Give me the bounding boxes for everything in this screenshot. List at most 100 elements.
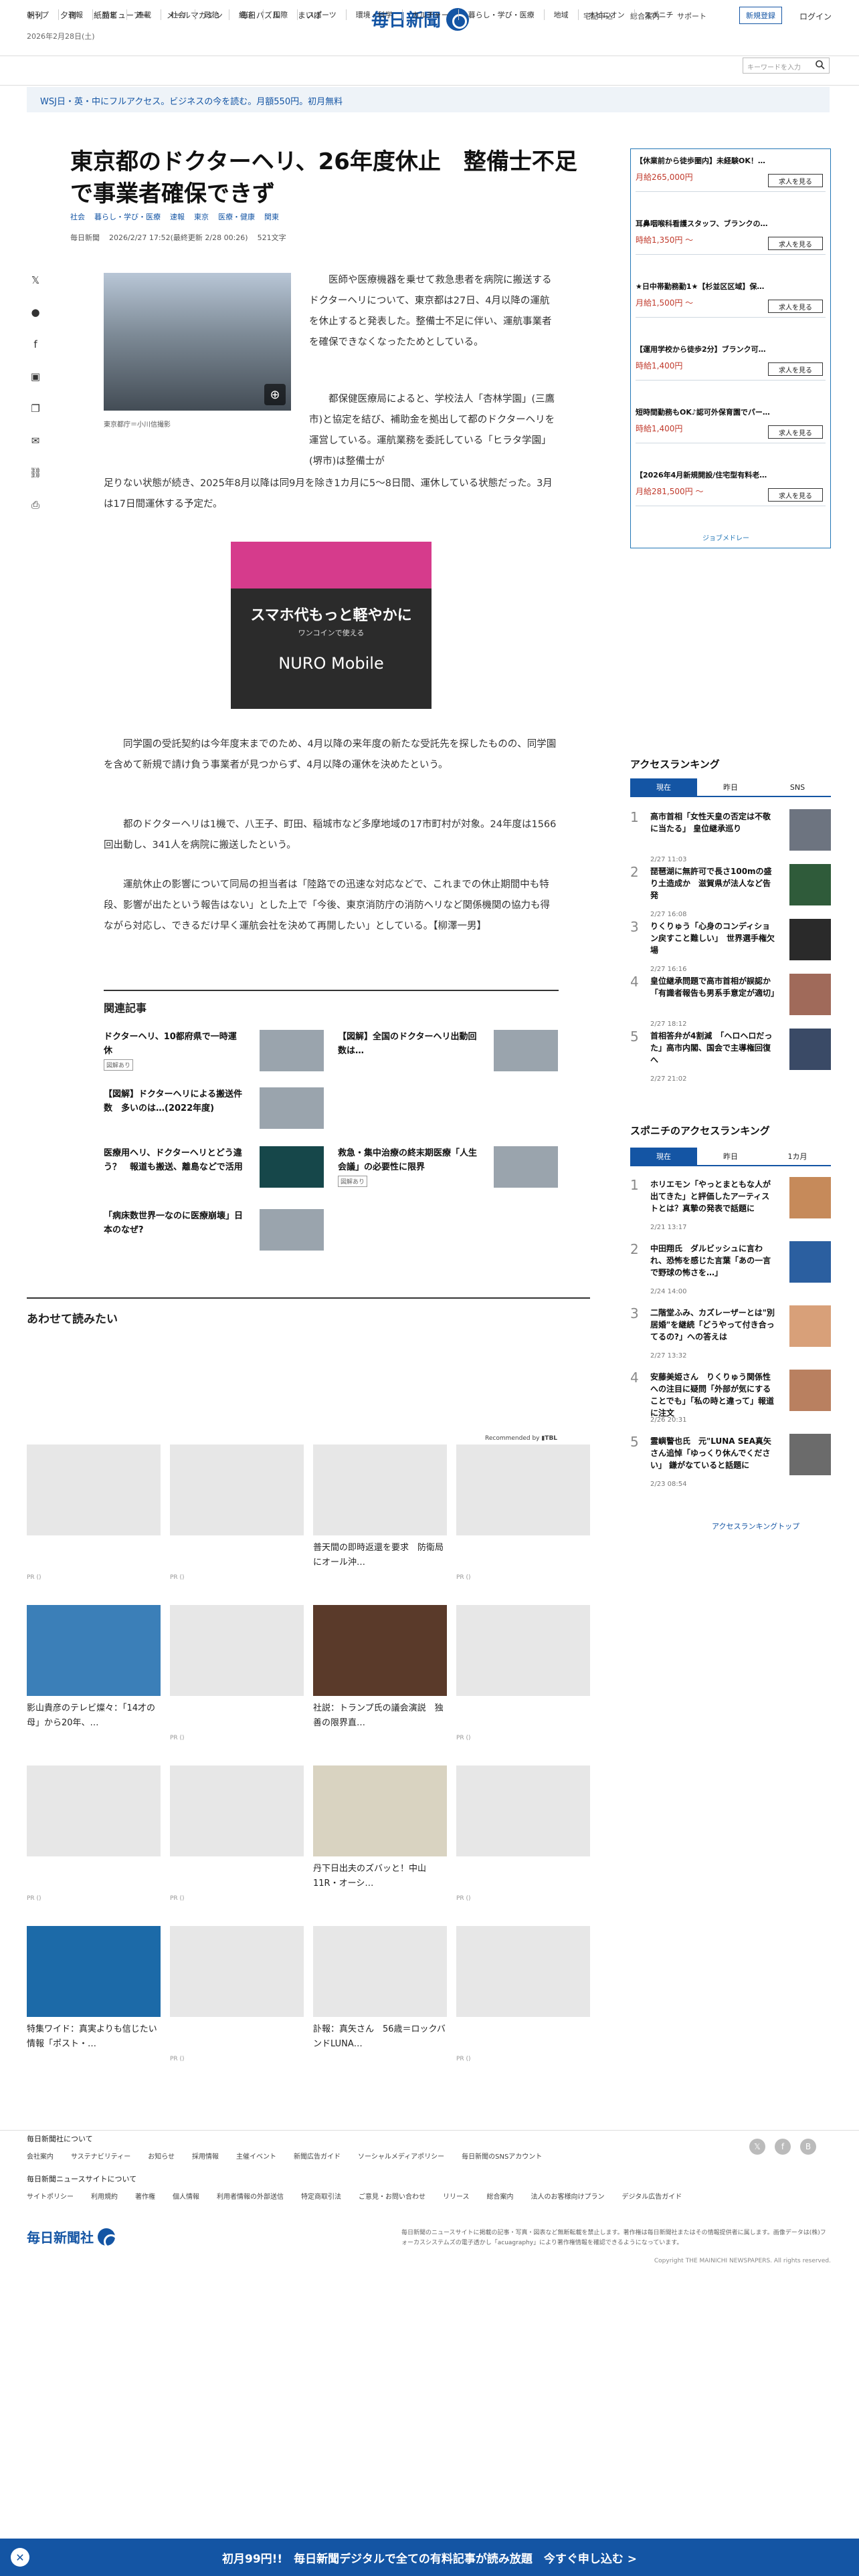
nav-feature[interactable]: 特集 [92,9,126,20]
ranking-item[interactable]: 5 霊嶼警也氏 元"LUNA SEA真矢さん追悼「ゆっくり休んでください」 鎌がな… [630,1434,831,1488]
footer-link[interactable]: 新聞広告ガイド [294,2151,341,2161]
x-share-icon[interactable]: 𝕏 [28,273,43,288]
related-item[interactable]: 【図解】ドクターヘリによる搬送件数 多いのは…(2022年度) [104,1087,324,1132]
ranking-title[interactable]: アクセスランキング [630,757,720,771]
login-link[interactable]: ログイン [799,11,832,22]
ranking-item[interactable]: 4 安藤美姫さん りくりゅう関係性への注目に疑問「外部が気にすることでも」「私の時… [630,1370,831,1424]
ranking-item[interactable]: 5 首相答弁が4割減 「ヘロヘロだった」高市内閣、国会で主導権回復へ 2/27 21… [630,1029,831,1083]
nav-life[interactable]: 暮らし・学び・医療 [458,9,544,20]
recommend-card[interactable]: 訃報：真矢さん 56歳＝ロックバンドLUNA… [313,1926,447,2056]
recommend-card[interactable]: PR () [170,1926,304,2062]
facebook-icon[interactable]: f [775,2139,791,2155]
footer-link[interactable]: 利用者情報の外部送信 [217,2191,284,2201]
job-view-button[interactable]: 求人を見る [768,237,823,250]
nav-opinion[interactable]: オピニオン [577,9,634,20]
recommend-card[interactable]: 特集ワイド：真実よりも信じたい情報「ポスト・… [27,1926,161,2056]
nav-science[interactable]: 環境・科学 [345,9,402,20]
hatena-icon[interactable]: B [800,2139,816,2155]
subscribe-bar[interactable]: ✕ 初月99円!! 毎日新聞デジタルで全ての有料記事が読み放題 今すぐ申し込む … [0,2539,859,2576]
job-item[interactable]: 短時間勤務もOK♪認可外保育園でパー… 時給1,400円 求人を見る [636,407,826,443]
nav-culture[interactable]: カルチャー [401,9,458,20]
ranking-item[interactable]: 3 りくりゅう「心身のコンディション戻すこと難しい」 世界選手権欠場 2/27 16… [630,919,831,973]
related-item[interactable]: ドクターヘリ、10都府県で一時運休 図解あり [104,1030,324,1074]
job-view-button[interactable]: 求人を見る [768,174,823,187]
tab-yesterday[interactable]: 昨日 [697,778,764,797]
register-button[interactable]: 新規登録 [739,7,782,24]
footer-link[interactable]: 特定商取引法 [301,2191,341,2201]
ranking-item[interactable]: 2 中田翔氏 ダルビッシュに言われ、恐怖を感じた言葉「あの一言で野球の怖さを…」 2… [630,1241,831,1295]
hatena-share-icon[interactable]: ● [28,305,43,320]
footer-link[interactable]: リリース [443,2191,470,2201]
recommend-card[interactable]: 社説：トランプ氏の議会演説 独善の限界直… [313,1605,447,1735]
ranking-item[interactable]: 4 皇位継承問題で高市首相が誤認か「有識者報告も男系手意定が適切」 2/27 18:… [630,974,831,1028]
promo-banner[interactable]: WSJ日・英・中にフルアクセス。ビジネスの今を読む。月額550円。初月無料 [27,87,830,112]
print-icon[interactable]: ⎙ [28,498,43,512]
mail-icon[interactable]: ✉ [28,433,43,448]
tag[interactable]: 社会 [70,211,85,222]
ranking-item[interactable]: 1 高市首相「女性天皇の否定は不敬に当たる」 皇位継承巡り 2/27 11:03 [630,809,831,863]
footer-link[interactable]: 主催イベント [236,2151,276,2161]
tag[interactable]: 東京 [194,211,209,222]
job-item[interactable]: ★日中帯勤務勤1★【杉並区区域】保… 月給1,500円 〜求人を見る [636,281,826,318]
bookmark-icon[interactable]: ❐ [28,401,43,416]
job-item[interactable]: 【2026年4月新規開設/住宅型有料老… 月給281,500円 〜求人を見る [636,469,826,506]
footer-link[interactable]: 個人情報 [173,2191,199,2201]
tab-sns[interactable]: SNS [764,778,831,797]
ranking-more-link[interactable]: アクセスランキングトップ [712,1521,799,1531]
recommend-card[interactable]: PR () [170,1765,304,1902]
ranking-item[interactable]: 1 ホリエモン「やっとまともな人が出てきた」と評価したアーティストとは？真摯の発表… [630,1177,831,1231]
recommend-card[interactable]: PR () [170,1605,304,1741]
recommend-card[interactable]: PR () [27,1444,161,1581]
job-item[interactable]: 耳鼻咽喉科看護スタッフ、ブランクの… 時給1,350円 〜求人を見る [636,218,826,255]
recommend-card[interactable]: PR () [456,1605,590,1741]
zoom-icon[interactable]: ⊕ [264,384,286,405]
nav-top[interactable]: トップ [27,9,58,20]
tab-month[interactable]: 1カ月 [764,1148,831,1166]
footer-link[interactable]: サステナビリティー [71,2151,130,2161]
footer-link[interactable]: デジタル広告ガイド [622,2191,682,2201]
job-view-button[interactable]: 求人を見る [768,488,823,502]
ranking-item[interactable]: 2 琵琶湖に無許可で長さ100mの盛り土造成か 滋賀県が法人など告発 2/27 16… [630,864,831,918]
recommend-card[interactable]: PR () [456,1765,590,1902]
job-item[interactable]: 【運用学校から徒歩2分】ブランク可… 時給1,400円 求人を見る [636,344,826,381]
footer-logo[interactable]: 毎日新聞社 [27,2227,118,2249]
nav-economy[interactable]: 経済 [229,9,263,20]
footer-link[interactable]: 著作権 [135,2191,155,2201]
footer-link[interactable]: サイトポリシー [27,2191,74,2201]
x-icon[interactable]: 𝕏 [749,2139,765,2155]
nav-region[interactable]: 地域 [543,9,578,20]
tag[interactable]: 医療・健康 [218,211,255,222]
job-view-button[interactable]: 求人を見る [768,425,823,439]
nav-politics[interactable]: 政治 [195,9,229,20]
recommend-card[interactable]: PR () [456,1926,590,2062]
related-item[interactable]: 医療用ヘリ、ドクターヘリとどう違う？ 報道も搬送、離島などで活用 [104,1146,324,1190]
tab-now[interactable]: 現在 [630,1148,697,1166]
note-share-icon[interactable]: ▣ [28,369,43,384]
link-copy-icon[interactable]: ⛓ [28,465,43,480]
nav-sponichi[interactable]: スポニチ [634,9,683,20]
related-item[interactable]: 【図解】全国のドクターヘリ出動回数は… [338,1030,559,1074]
footer-link[interactable]: 会社案内 [27,2151,54,2161]
nav-sports[interactable]: スポーツ [297,9,346,20]
ranking-item[interactable]: 3 二階堂ふみ、カズレーザーとは"別居婚"を継続「どうやって付き合ってるの?」への… [630,1305,831,1360]
tab-now[interactable]: 現在 [630,778,697,797]
footer-link[interactable]: 毎日新聞のSNSアカウント [462,2151,542,2161]
footer-link[interactable]: 法人のお客様向けプラン [531,2191,605,2201]
facebook-share-icon[interactable]: f [28,337,43,352]
search-icon[interactable] [815,60,826,70]
footer-link[interactable]: 利用規約 [91,2191,118,2201]
footer-link[interactable]: ご意見・お問い合わせ [359,2191,425,2201]
related-item[interactable]: 「病床数世界一なのに医療崩壊」日本のなぜ? [104,1209,324,1253]
recommend-card[interactable]: 普天間の即時返還を要求 防衛局にオール沖… [313,1444,447,1574]
tag[interactable]: 関東 [264,211,279,222]
article-photo[interactable]: ⊕ [104,273,291,411]
recommend-card[interactable]: PR () [456,1444,590,1581]
recommend-card[interactable]: PR () [27,1765,161,1902]
inline-ad[interactable]: スマホ代もっと軽やかに ワンコインで使える NURO Mobile [231,542,432,709]
nav-series[interactable]: 連載 [126,9,161,20]
nav-breaking[interactable]: 速報 [58,9,92,20]
recommend-card[interactable]: 影山貴彦のテレビ燦々：「14才の母」から20年、… [27,1605,161,1735]
related-item[interactable]: 救急・集中治療の終末期医療「人生会議」の必要性に限界 図解あり [338,1146,559,1190]
footer-link[interactable]: 採用情報 [192,2151,219,2161]
tab-yesterday[interactable]: 昨日 [697,1148,764,1166]
